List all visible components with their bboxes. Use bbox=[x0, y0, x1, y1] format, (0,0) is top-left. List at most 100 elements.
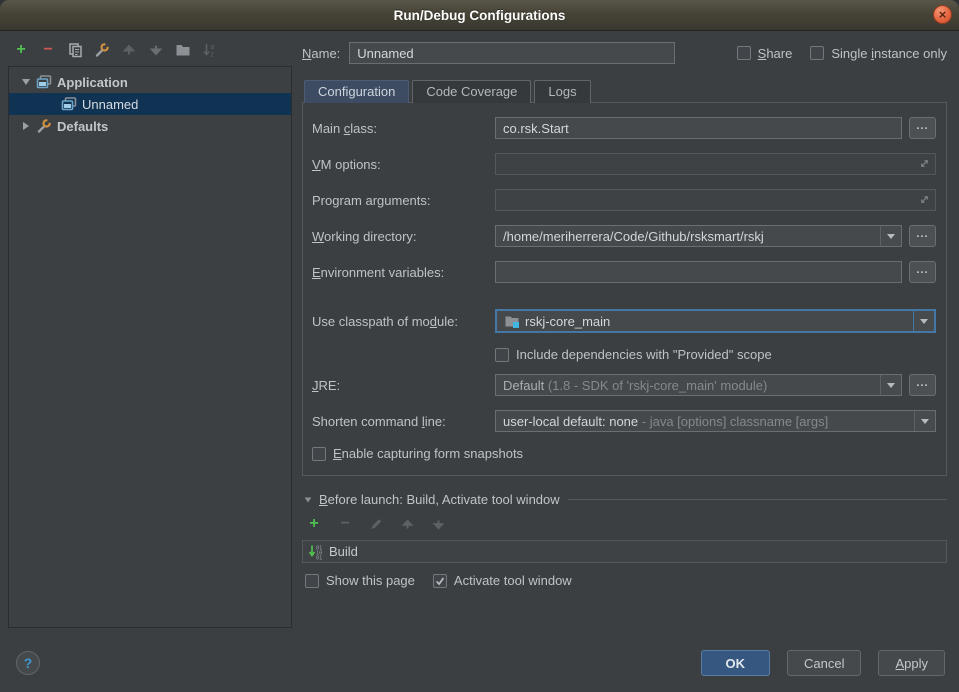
capture-snapshots-row: Enable capturing form snapshots bbox=[312, 446, 936, 461]
minus-icon: − bbox=[43, 42, 52, 58]
task-label: Build bbox=[329, 544, 358, 559]
add-configuration-button[interactable]: + bbox=[12, 41, 30, 59]
program-arguments-field[interactable] bbox=[495, 189, 936, 211]
copy-icon bbox=[67, 42, 83, 58]
capture-snapshots-checkbox[interactable]: Enable capturing form snapshots bbox=[312, 446, 523, 461]
copy-configuration-button[interactable] bbox=[66, 41, 84, 59]
tree-item-defaults[interactable]: Defaults bbox=[9, 115, 291, 137]
tab-code-coverage[interactable]: Code Coverage bbox=[412, 80, 531, 103]
working-directory-row: Working directory: /home/meriherrera/Cod… bbox=[312, 225, 936, 247]
add-task-button[interactable]: + bbox=[305, 515, 323, 533]
shorten-command-line-label: Shorten command line: bbox=[312, 414, 495, 429]
shorten-command-line-combo[interactable]: user-local default: none - java [options… bbox=[495, 410, 936, 432]
checkbox-icon[interactable] bbox=[305, 574, 319, 588]
sort-az-icon: a z bbox=[202, 42, 218, 58]
before-launch-title: Before launch: Build, Activate tool wind… bbox=[319, 492, 560, 507]
capture-snapshots-label: Enable capturing form snapshots bbox=[333, 446, 523, 461]
folder-icon bbox=[175, 42, 191, 58]
application-icon bbox=[61, 96, 77, 112]
tab-configuration[interactable]: Configuration bbox=[304, 80, 409, 103]
activate-tool-window-checkbox[interactable]: Activate tool window bbox=[433, 573, 572, 588]
checkbox-icon[interactable] bbox=[312, 447, 326, 461]
ok-button[interactable]: OK bbox=[701, 650, 771, 676]
checkbox-checked-icon[interactable] bbox=[433, 574, 447, 588]
share-checkbox[interactable]: Share bbox=[737, 46, 793, 61]
checkbox-icon[interactable] bbox=[495, 348, 509, 362]
checkbox-icon[interactable] bbox=[810, 46, 824, 60]
main-class-browse-button[interactable]: ... bbox=[909, 117, 936, 139]
before-launch-header: Before launch: Build, Activate tool wind… bbox=[304, 492, 947, 507]
before-launch-task-build[interactable]: 01 10 01 Build bbox=[302, 540, 947, 563]
expand-collapse-icon[interactable] bbox=[19, 79, 32, 85]
question-mark-icon: ? bbox=[24, 655, 33, 671]
arrow-up-icon bbox=[401, 518, 414, 531]
help-button[interactable]: ? bbox=[16, 651, 40, 675]
move-up-button[interactable] bbox=[120, 41, 138, 59]
move-down-button[interactable] bbox=[147, 41, 165, 59]
classpath-module-row: Use classpath of module: rskj-core_main bbox=[312, 309, 936, 333]
shorten-command-line-row: Shorten command line: user-local default… bbox=[312, 410, 936, 432]
module-icon bbox=[504, 313, 520, 329]
tree-item-application[interactable]: Application bbox=[9, 71, 291, 93]
chevron-down-icon bbox=[921, 419, 929, 424]
checkbox-icon[interactable] bbox=[737, 46, 751, 60]
working-directory-label: Working directory: bbox=[312, 229, 495, 244]
environment-variables-browse-button[interactable]: ... bbox=[909, 261, 936, 283]
name-row: Name: Share Single instance only bbox=[302, 42, 947, 64]
ellipsis-icon: ... bbox=[916, 264, 928, 276]
run-debug-configurations-dialog: Run/Debug Configurations × + − bbox=[0, 0, 959, 692]
single-instance-checkbox[interactable]: Single instance only bbox=[810, 46, 947, 61]
pencil-icon bbox=[369, 517, 383, 531]
program-arguments-label: Program arguments: bbox=[312, 193, 495, 208]
close-button[interactable]: × bbox=[933, 5, 952, 24]
move-task-up-button[interactable] bbox=[398, 515, 416, 533]
expand-field-icon[interactable] bbox=[918, 193, 931, 206]
jre-combo[interactable]: Default (1.8 - SDK of 'rskj-core_main' m… bbox=[495, 374, 902, 396]
expand-collapse-icon[interactable] bbox=[19, 122, 32, 130]
remove-configuration-button[interactable]: − bbox=[39, 41, 57, 59]
environment-variables-field[interactable] bbox=[495, 261, 902, 283]
show-this-page-checkbox[interactable]: Show this page bbox=[305, 573, 415, 588]
cancel-button[interactable]: Cancel bbox=[787, 650, 861, 676]
vm-options-field[interactable] bbox=[495, 153, 936, 175]
tab-logs[interactable]: Logs bbox=[534, 80, 590, 103]
remove-task-button[interactable]: − bbox=[336, 515, 354, 533]
classpath-module-combo[interactable]: rskj-core_main bbox=[495, 309, 936, 333]
wrench-icon bbox=[94, 42, 110, 58]
configurations-tree: Application Unnamed bbox=[8, 66, 292, 628]
titlebar[interactable]: Run/Debug Configurations × bbox=[0, 0, 959, 31]
combo-dropdown-button[interactable] bbox=[880, 375, 901, 395]
edit-defaults-button[interactable] bbox=[93, 41, 111, 59]
vm-options-label: VM options: bbox=[312, 157, 495, 172]
include-provided-checkbox[interactable]: Include dependencies with "Provided" sco… bbox=[495, 347, 772, 362]
wrench-icon bbox=[36, 118, 52, 134]
arrow-down-icon bbox=[149, 43, 163, 57]
section-divider bbox=[568, 499, 947, 500]
tree-item-unnamed[interactable]: Unnamed bbox=[9, 93, 291, 115]
sort-configurations-button[interactable]: a z bbox=[201, 41, 219, 59]
ellipsis-icon: ... bbox=[916, 377, 928, 389]
chevron-down-icon bbox=[887, 383, 895, 388]
editor-tabs: Configuration Code Coverage Logs bbox=[304, 79, 947, 102]
name-input[interactable] bbox=[349, 42, 675, 64]
edit-task-button[interactable] bbox=[367, 515, 385, 533]
combo-dropdown-button[interactable] bbox=[880, 226, 901, 246]
expand-field-icon[interactable] bbox=[918, 157, 931, 170]
working-directory-combo[interactable]: /home/meriherrera/Code/Github/rsksmart/r… bbox=[495, 225, 902, 247]
working-directory-browse-button[interactable]: ... bbox=[909, 225, 936, 247]
minus-icon: − bbox=[340, 516, 349, 532]
environment-variables-label: Environment variables: bbox=[312, 265, 495, 280]
collapse-section-icon[interactable] bbox=[304, 497, 312, 503]
tree-item-label: Application bbox=[57, 75, 128, 90]
create-folder-button[interactable] bbox=[174, 41, 192, 59]
dialog-footer: ? OK Cancel Apply bbox=[0, 640, 959, 692]
arrow-up-icon bbox=[122, 43, 136, 57]
move-task-down-button[interactable] bbox=[429, 515, 447, 533]
combo-dropdown-button[interactable] bbox=[913, 311, 934, 331]
configuration-tab-panel: Main class: co.rsk.Start ... VM options: bbox=[302, 102, 947, 476]
apply-button[interactable]: Apply bbox=[878, 650, 945, 676]
combo-dropdown-button[interactable] bbox=[914, 411, 935, 431]
main-class-field[interactable]: co.rsk.Start bbox=[495, 117, 902, 139]
include-provided-label: Include dependencies with "Provided" sco… bbox=[516, 347, 772, 362]
jre-browse-button[interactable]: ... bbox=[909, 374, 936, 396]
